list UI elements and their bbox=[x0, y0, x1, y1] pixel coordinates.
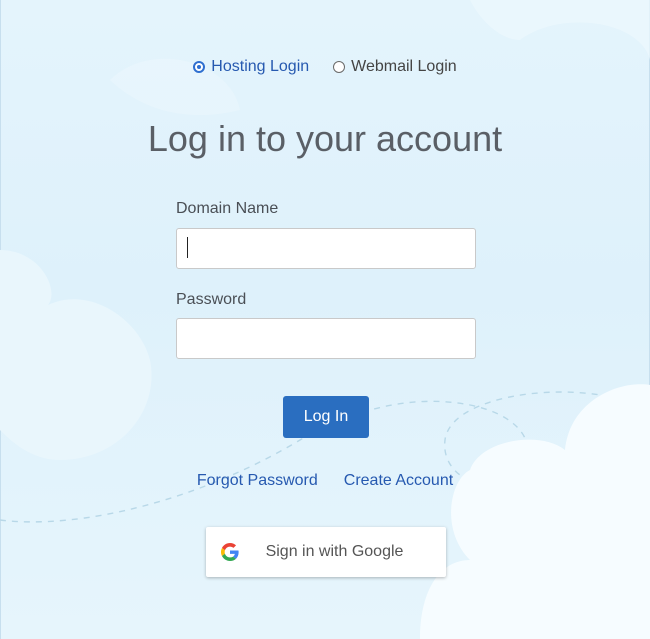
create-account-link[interactable]: Create Account bbox=[344, 472, 453, 490]
login-type-selector: Hosting Login Webmail Login bbox=[0, 58, 650, 76]
hosting-login-option[interactable]: Hosting Login bbox=[193, 58, 309, 76]
hosting-login-label: Hosting Login bbox=[211, 58, 310, 75]
google-g-icon bbox=[221, 543, 239, 561]
text-caret bbox=[187, 237, 188, 258]
password-label: Password bbox=[176, 291, 247, 308]
forgot-password-link[interactable]: Forgot Password bbox=[197, 472, 318, 490]
webmail-login-label: Webmail Login bbox=[351, 58, 457, 75]
page-title: Log in to your account bbox=[147, 118, 503, 159]
domain-name-label: Domain Name bbox=[176, 200, 279, 217]
password-input[interactable] bbox=[176, 318, 476, 359]
google-sign-in-button[interactable]: Sign in with Google bbox=[206, 527, 446, 577]
hosting-login-radio[interactable] bbox=[193, 61, 206, 73]
webmail-login-radio[interactable] bbox=[333, 61, 346, 73]
webmail-login-option[interactable]: Webmail Login bbox=[333, 58, 457, 76]
account-links: Forgot Password Create Account bbox=[0, 472, 650, 490]
domain-name-input[interactable] bbox=[176, 228, 476, 269]
google-sign-in-label: Sign in with Google bbox=[265, 543, 404, 560]
log-in-button[interactable]: Log In bbox=[283, 396, 369, 438]
